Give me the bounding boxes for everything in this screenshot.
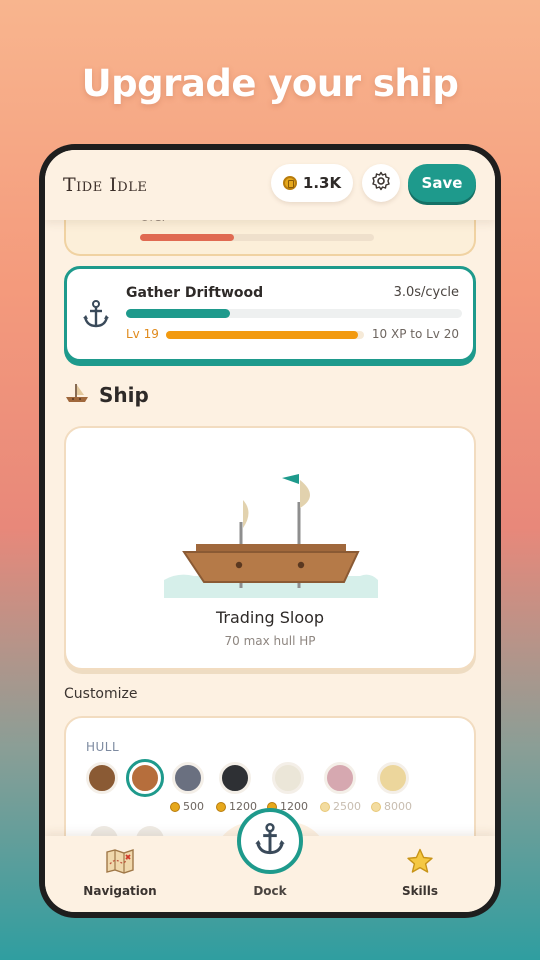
ship-section-title: Ship bbox=[99, 383, 149, 407]
swatch-price-2-label: 500 bbox=[183, 800, 204, 813]
star-icon bbox=[406, 848, 434, 878]
coin-icon bbox=[320, 801, 330, 812]
coin-balance-value: 1.3K bbox=[302, 174, 342, 192]
swatch-price-3-label: 1200 bbox=[229, 800, 257, 813]
save-button[interactable]: Save bbox=[408, 164, 476, 202]
swatch-price-3: 1200 bbox=[216, 800, 257, 813]
coin-icon bbox=[216, 801, 226, 812]
hull-color-label: HULL bbox=[86, 740, 120, 754]
nav-navigation-label: Navigation bbox=[83, 884, 157, 898]
hull-swatch-2[interactable] bbox=[172, 762, 204, 794]
task-progress-fill bbox=[126, 309, 231, 318]
ship-name: Trading Sloop bbox=[215, 608, 325, 627]
hull-swatch-3[interactable] bbox=[219, 762, 251, 794]
gear-icon bbox=[371, 171, 391, 195]
sailboat-icon bbox=[65, 382, 89, 408]
settings-button[interactable] bbox=[362, 164, 400, 202]
top-bar: Tide Idle 1.3K Save bbox=[45, 150, 495, 220]
ship-preview-card: Trading Sloop 70 max hull HP bbox=[64, 426, 476, 670]
hull-swatch-5[interactable] bbox=[324, 762, 356, 794]
promo-headline: Upgrade your ship bbox=[81, 62, 459, 105]
coin-icon bbox=[170, 801, 180, 812]
coin-balance: 1.3K bbox=[271, 164, 353, 202]
hull-swatch-1[interactable] bbox=[126, 759, 164, 797]
anchor-icon bbox=[81, 299, 111, 333]
swatch-price-5-label: 2500 bbox=[333, 800, 361, 813]
customize-heading: Customize bbox=[64, 686, 138, 702]
ore-progress-bar bbox=[140, 234, 374, 241]
swatch-price-5: 2500 bbox=[320, 800, 361, 813]
xp-remaining: 10 XP to Lv 20 bbox=[371, 327, 459, 341]
ship-illustration bbox=[164, 474, 378, 598]
dock-label: Dock bbox=[253, 884, 287, 898]
hull-swatch-4[interactable] bbox=[272, 762, 304, 794]
nav-skills[interactable]: Skills bbox=[365, 848, 475, 898]
swatch-price-6-label: 8000 bbox=[384, 800, 412, 813]
swatch-price-6: 8000 bbox=[371, 800, 412, 813]
xp-progress-bar bbox=[166, 331, 364, 339]
task-progress-bar bbox=[126, 309, 462, 318]
coin-icon bbox=[282, 176, 297, 190]
hull-swatch-6[interactable] bbox=[377, 762, 409, 794]
xp-progress-fill bbox=[166, 331, 359, 339]
app-title: Tide Idle bbox=[63, 174, 148, 196]
coin-icon bbox=[371, 801, 381, 812]
swatch-price-2: 500 bbox=[170, 800, 204, 813]
ship-hull-hp: 70 max hull HP bbox=[224, 634, 316, 648]
app-screen: Ore. Gather Driftwood 3.0s/cycle bbox=[45, 150, 495, 912]
nav-navigation[interactable]: Navigation bbox=[65, 848, 175, 898]
scroll-content[interactable]: Ore. Gather Driftwood 3.0s/cycle bbox=[45, 150, 495, 912]
task-rate: 3.0s/cycle bbox=[393, 285, 459, 300]
active-task-card[interactable]: Gather Driftwood 3.0s/cycle Lv 19 10 XP … bbox=[64, 266, 476, 362]
task-level: Lv 19 bbox=[126, 327, 159, 341]
dock-button[interactable] bbox=[237, 808, 303, 874]
task-name: Gather Driftwood bbox=[126, 285, 264, 301]
map-icon bbox=[105, 849, 135, 878]
anchor-icon bbox=[253, 822, 287, 860]
phone-frame: Ore. Gather Driftwood 3.0s/cycle bbox=[39, 144, 501, 918]
nav-skills-label: Skills bbox=[401, 884, 439, 898]
ore-progress-fill bbox=[140, 234, 234, 241]
ship-section-header: Ship bbox=[65, 382, 149, 408]
hull-swatch-0[interactable] bbox=[86, 762, 118, 794]
